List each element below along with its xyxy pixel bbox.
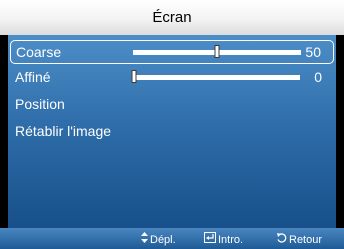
menu-item-affine[interactable]: Affiné 0 — [10, 66, 334, 90]
affine-slider-thumb[interactable] — [131, 70, 137, 83]
move-hint: Dépl. — [141, 232, 176, 247]
return-icon — [276, 232, 287, 247]
menu-item-position[interactable]: Position — [10, 93, 334, 117]
osd-screen: Écran Coarse 50 Affiné 0 Position Rétabl… — [0, 0, 344, 249]
footer-hints: Dépl. Intro. Retour — [0, 228, 344, 249]
coarse-slider-thumb[interactable] — [214, 45, 220, 58]
move-hint-label: Dépl. — [150, 234, 176, 246]
menu-title: Écran — [0, 0, 344, 35]
coarse-slider[interactable] — [133, 45, 301, 58]
menu-panel: Coarse 50 Affiné 0 Position Rétablir l'i… — [8, 35, 336, 228]
affine-value: 0 — [314, 69, 322, 85]
menu-item-label: Rétablir l'image — [15, 123, 112, 139]
menu-item-reset-image[interactable]: Rétablir l'image — [10, 120, 334, 144]
enter-hint: Intro. — [204, 232, 243, 247]
menu-item-label: Coarse — [16, 44, 62, 60]
menu-item-label: Affiné — [15, 69, 51, 85]
enter-hint-label: Intro. — [218, 234, 244, 246]
affine-slider[interactable] — [131, 70, 300, 83]
enter-icon — [204, 232, 216, 247]
menu-item-label: Position — [15, 96, 65, 112]
return-hint: Retour — [276, 232, 322, 247]
return-hint-label: Retour — [289, 234, 323, 246]
coarse-value: 50 — [305, 44, 321, 60]
menu-item-coarse[interactable]: Coarse 50 — [10, 40, 334, 64]
updown-arrows-icon — [141, 232, 148, 247]
